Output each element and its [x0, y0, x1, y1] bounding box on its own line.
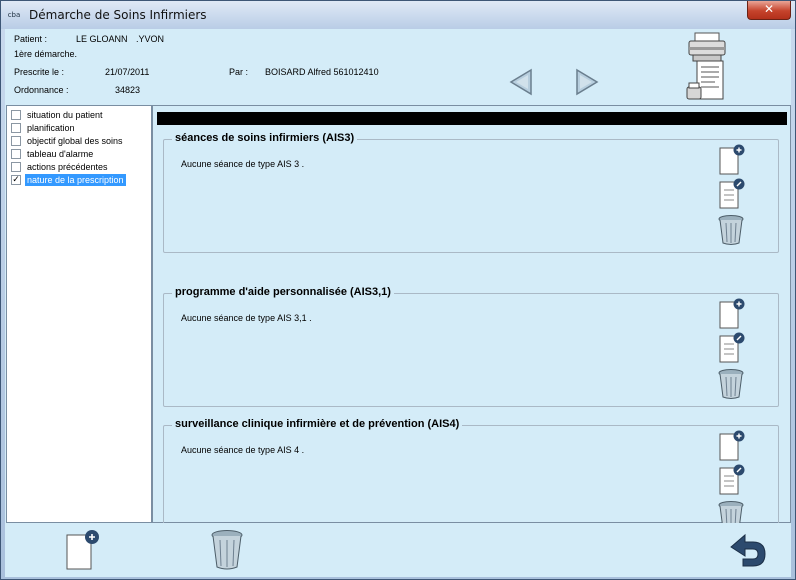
nav-item-planification[interactable]: planification: [11, 122, 151, 135]
section-ais31: programme d'aide personnalisée (AIS3,1) …: [163, 286, 779, 407]
client-area: Patient : LE GLOANN .YVON 1ère démarche.…: [5, 29, 791, 577]
section-text: Aucune séance de type AIS 4 .: [181, 445, 305, 455]
app-icon: cba: [7, 11, 21, 19]
checkbox[interactable]: [11, 149, 21, 159]
new-document-icon[interactable]: [716, 298, 746, 330]
nav-item-label: planification: [27, 123, 75, 133]
section-title: surveillance clinique infirmière et de p…: [172, 418, 463, 430]
checkbox[interactable]: [11, 123, 21, 133]
patient-firstname: .YVON: [136, 34, 165, 44]
bottom-toolbar: [5, 523, 791, 577]
nav-item-label: tableau d'alarme: [27, 149, 94, 159]
section-ais3: séances de soins infirmiers (AIS3) Aucun…: [163, 132, 779, 253]
nav-item-situation[interactable]: situation du patient: [11, 109, 151, 122]
return-arrow-icon[interactable]: [727, 529, 767, 571]
trash-icon[interactable]: [716, 214, 746, 246]
section-ais4: surveillance clinique infirmière et de p…: [163, 418, 779, 539]
edit-document-icon[interactable]: [716, 464, 746, 496]
section-title: séances de soins infirmiers (AIS3): [172, 132, 358, 144]
section-text: Aucune séance de type AIS 3 .: [181, 159, 305, 169]
title-bar[interactable]: cba Démarche de Soins Infirmiers ✕: [1, 1, 795, 29]
nav-item-nature[interactable]: ✓ nature de la prescription: [11, 174, 151, 187]
window-title: Démarche de Soins Infirmiers: [29, 8, 207, 22]
checkbox-checked[interactable]: ✓: [11, 175, 21, 185]
section-title: programme d'aide personnalisée (AIS3,1): [172, 286, 394, 298]
patient-label: Patient :: [14, 34, 48, 44]
printer-icon[interactable]: [685, 31, 729, 103]
header-bar: [157, 112, 787, 125]
arrow-left-icon[interactable]: [507, 67, 537, 97]
close-button[interactable]: ✕: [747, 1, 791, 20]
arrow-right-icon[interactable]: [571, 67, 601, 97]
nav-item-alarme[interactable]: tableau d'alarme: [11, 148, 151, 161]
checkbox[interactable]: [11, 136, 21, 146]
content-panel: séances de soins infirmiers (AIS3) Aucun…: [152, 105, 791, 539]
nav-item-label: objectif global des soins: [27, 136, 123, 146]
edit-document-icon[interactable]: [716, 178, 746, 210]
trash-icon[interactable]: [207, 529, 247, 571]
nav-item-label: situation du patient: [27, 110, 103, 120]
main-window: cba Démarche de Soins Infirmiers ✕ Patie…: [0, 0, 796, 580]
trash-icon[interactable]: [716, 368, 746, 400]
ordonnance-number: 34823: [115, 85, 141, 95]
par-label: Par :: [229, 67, 249, 77]
nav-item-objectif[interactable]: objectif global des soins: [11, 135, 151, 148]
navigation-panel: situation du patient planification objec…: [6, 105, 152, 523]
patient-header: Patient : LE GLOANN .YVON 1ère démarche.…: [5, 29, 791, 103]
new-document-icon[interactable]: [716, 430, 746, 462]
patient-name: LE GLOANN: [76, 34, 128, 44]
nav-item-label: nature de la prescription: [25, 174, 126, 186]
prescrite-label: Prescrite le :: [14, 67, 65, 77]
section-text: Aucune séance de type AIS 3,1 .: [181, 313, 312, 323]
nav-item-label: actions précédentes: [27, 162, 108, 172]
demarche-label: 1ère démarche.: [14, 49, 78, 59]
checkbox[interactable]: [11, 110, 21, 120]
nav-item-actions[interactable]: actions précédentes: [11, 161, 151, 174]
new-document-icon[interactable]: [63, 529, 103, 571]
checkbox[interactable]: [11, 162, 21, 172]
new-document-icon[interactable]: [716, 144, 746, 176]
prescrite-date: 21/07/2011: [105, 67, 150, 77]
ordonnance-label: Ordonnance :: [14, 85, 69, 95]
prescriber: BOISARD Alfred 561012410: [265, 67, 379, 77]
edit-document-icon[interactable]: [716, 332, 746, 364]
